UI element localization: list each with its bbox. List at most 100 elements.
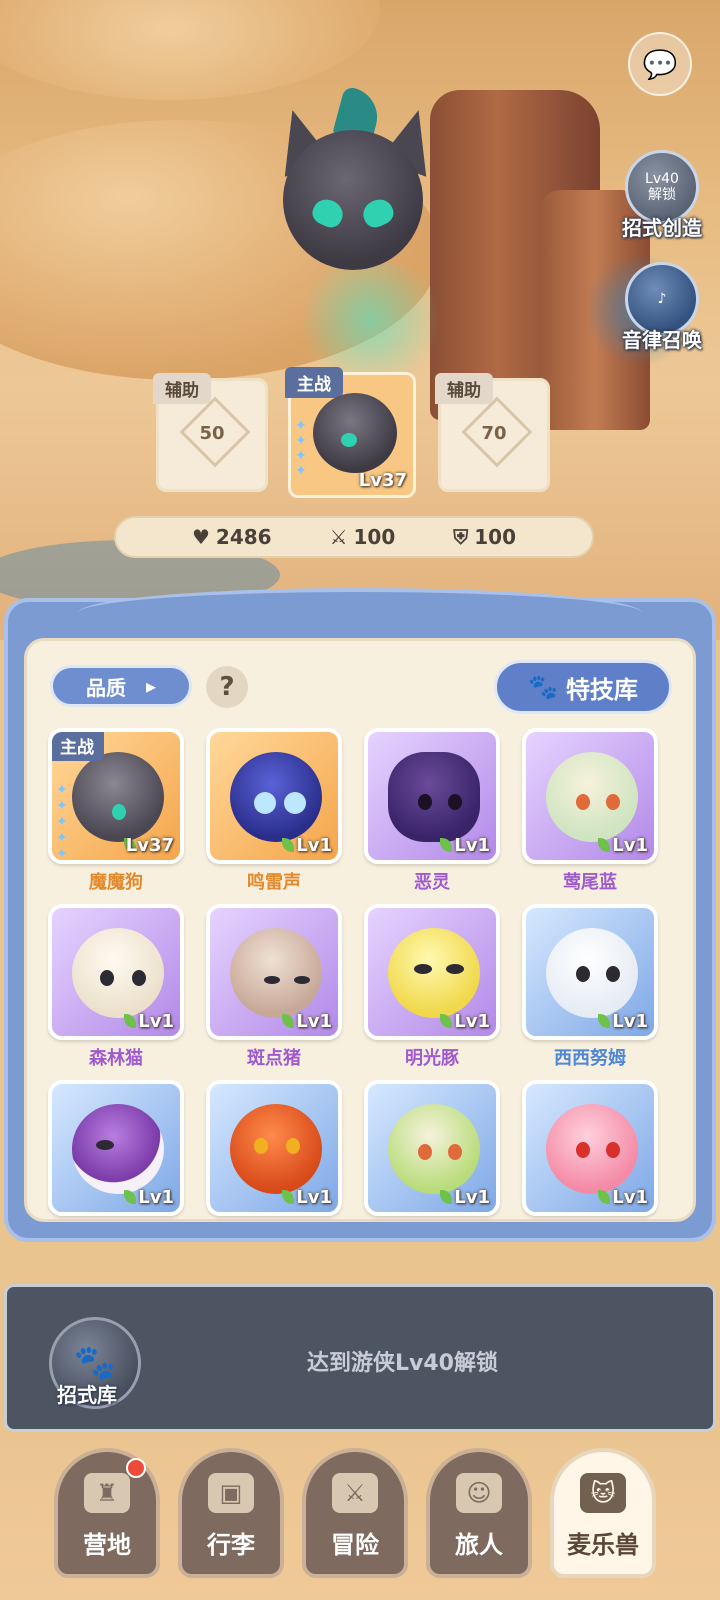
chat-button[interactable]: 💬	[628, 32, 692, 96]
quality-filter-button[interactable]: 品质 ▸	[50, 665, 192, 707]
monster-portrait	[313, 393, 397, 473]
monster-portrait	[72, 752, 164, 842]
stats-bar: ♥ 2486 ⚔ 100 ⛨ 100	[114, 516, 594, 558]
nav-tab-monsters[interactable]: 🐱 麦乐兽	[550, 1448, 656, 1578]
monster-name: 莺尾蓝	[563, 872, 617, 893]
crossed-swords-icon: ⚔	[329, 525, 348, 549]
unlock-level: 70	[481, 423, 507, 444]
level-label: Lv1	[612, 835, 648, 856]
melody-summon-button[interactable]: ♪ 音律召唤	[612, 262, 712, 353]
move-library-lockbar: 🐾 招式库 达到游侠Lv40解锁	[4, 1284, 716, 1432]
leaf-icon	[440, 1190, 452, 1204]
caret-right-icon: ▸	[145, 674, 157, 698]
sand-dune	[0, 0, 380, 100]
attack-stat: ⚔ 100	[329, 525, 396, 549]
leaf-icon	[124, 1190, 136, 1204]
unlock-level: 50	[199, 423, 225, 444]
slot-tag: 辅助	[435, 373, 493, 404]
paw-icon: 🐾	[528, 673, 558, 701]
level-label: Lv1	[612, 1187, 648, 1208]
monster-portrait	[388, 1104, 480, 1194]
monster-card[interactable]: Lv1	[364, 1080, 500, 1216]
monster-name: 鸣雷声	[247, 872, 301, 893]
support-slot-right[interactable]: 辅助 70	[435, 373, 550, 492]
level-label: Lv1	[296, 835, 332, 856]
main-monster-model[interactable]	[264, 85, 447, 310]
monster-portrait	[230, 752, 322, 842]
nav-tab-adventure[interactable]: ⚔ 冒险	[302, 1448, 408, 1578]
leaf-icon	[124, 1014, 136, 1028]
level-label: Lv1	[138, 1187, 174, 1208]
move-create-button[interactable]: Lv40 解锁 招式创造	[612, 150, 712, 241]
skill-library-button[interactable]: 🐾 特技库	[494, 660, 672, 714]
monster-name: 森林猫	[89, 1048, 143, 1069]
monster-portrait	[72, 1104, 164, 1194]
monster-name: 斑点猪	[247, 1048, 301, 1069]
level-label: Lv1	[454, 1187, 490, 1208]
level-label: Lv1	[296, 1011, 332, 1032]
support-slot-left[interactable]: 辅助 50	[153, 373, 268, 492]
monster-card[interactable]: Lv1	[48, 904, 184, 1040]
level-label: Lv1	[296, 1187, 332, 1208]
move-create-label: 招式创造	[622, 216, 702, 240]
unlock-requirement: 达到游侠Lv40解锁	[307, 1351, 498, 1376]
traveler-icon: ☺	[456, 1473, 502, 1513]
level-label: Lv37	[358, 470, 407, 491]
melody-summon-label: 音律召唤	[622, 328, 702, 352]
nav-tab-traveler[interactable]: ☺ 旅人	[426, 1448, 532, 1578]
level-label: Lv37	[125, 835, 174, 856]
level-label: Lv1	[454, 835, 490, 856]
monster-portrait	[230, 1104, 322, 1194]
monster-card[interactable]: Lv1	[522, 1080, 658, 1216]
panel-arc	[78, 588, 642, 638]
leaf-icon	[282, 1190, 294, 1204]
monster-card[interactable]: Lv1	[206, 1080, 342, 1216]
heart-icon: ♥	[191, 525, 210, 549]
monster-name: 魔魔狗	[89, 872, 143, 893]
level-label: Lv1	[454, 1011, 490, 1032]
monster-card[interactable]: Lv1	[522, 728, 658, 864]
monster-card[interactable]: Lv1	[206, 904, 342, 1040]
backpack-icon: ▣	[208, 1473, 254, 1513]
main-battle-slot[interactable]: 主战 ✦ ✦ ✦ ✦ Lv37	[285, 367, 416, 498]
monster-name: 明光豚	[405, 1048, 459, 1069]
leaf-icon	[598, 1190, 610, 1204]
defense-stat: ⛨ 100	[453, 525, 517, 549]
monster-card[interactable]: Lv1	[364, 728, 500, 864]
crossed-swords-icon: ⚔	[332, 1473, 378, 1513]
slot-tag: 主战	[285, 367, 343, 398]
monster-name: 西西努姆	[554, 1048, 626, 1069]
slot-tag: 辅助	[153, 373, 211, 404]
monster-portrait	[546, 752, 638, 842]
leaf-icon	[598, 1014, 610, 1028]
leaf-icon	[598, 838, 610, 852]
level-label: Lv1	[612, 1011, 648, 1032]
monster-portrait	[72, 928, 164, 1018]
monster-portrait	[388, 752, 480, 842]
nav-tab-camp[interactable]: ♜ 营地	[54, 1448, 160, 1578]
monster-card[interactable]: Lv1	[48, 1080, 184, 1216]
monster-name: 恶灵	[414, 872, 450, 893]
notification-badge	[126, 1458, 146, 1478]
star-rank: ✦ ✦ ✦ ✦ ✦	[56, 782, 68, 862]
help-button[interactable]: ?	[206, 666, 248, 708]
castle-icon: ♜	[84, 1473, 130, 1513]
monster-card[interactable]: Lv1	[364, 904, 500, 1040]
chat-bubble-icon: 💬	[642, 47, 678, 81]
shield-icon: ⛨	[453, 525, 469, 549]
cat-face-icon: 🐱	[580, 1473, 626, 1513]
monster-portrait	[388, 928, 480, 1018]
star-rank: ✦ ✦ ✦ ✦	[295, 418, 307, 479]
monster-portrait	[546, 928, 638, 1018]
leaf-icon	[440, 1014, 452, 1028]
monster-card[interactable]: Lv1	[522, 904, 658, 1040]
leaf-icon	[282, 1014, 294, 1028]
monster-portrait	[546, 1104, 638, 1194]
monster-card[interactable]: ✦ ✦ ✦ ✦ ✦ 主战 Lv37	[48, 728, 184, 864]
level-label: Lv1	[138, 1011, 174, 1032]
monster-card[interactable]: Lv1	[206, 728, 342, 864]
nav-tab-luggage[interactable]: ▣ 行李	[178, 1448, 284, 1578]
monster-portrait	[230, 928, 322, 1018]
locked-paw-icon: 🐾	[73, 1343, 117, 1383]
move-library-label: 招式库	[57, 1383, 117, 1407]
